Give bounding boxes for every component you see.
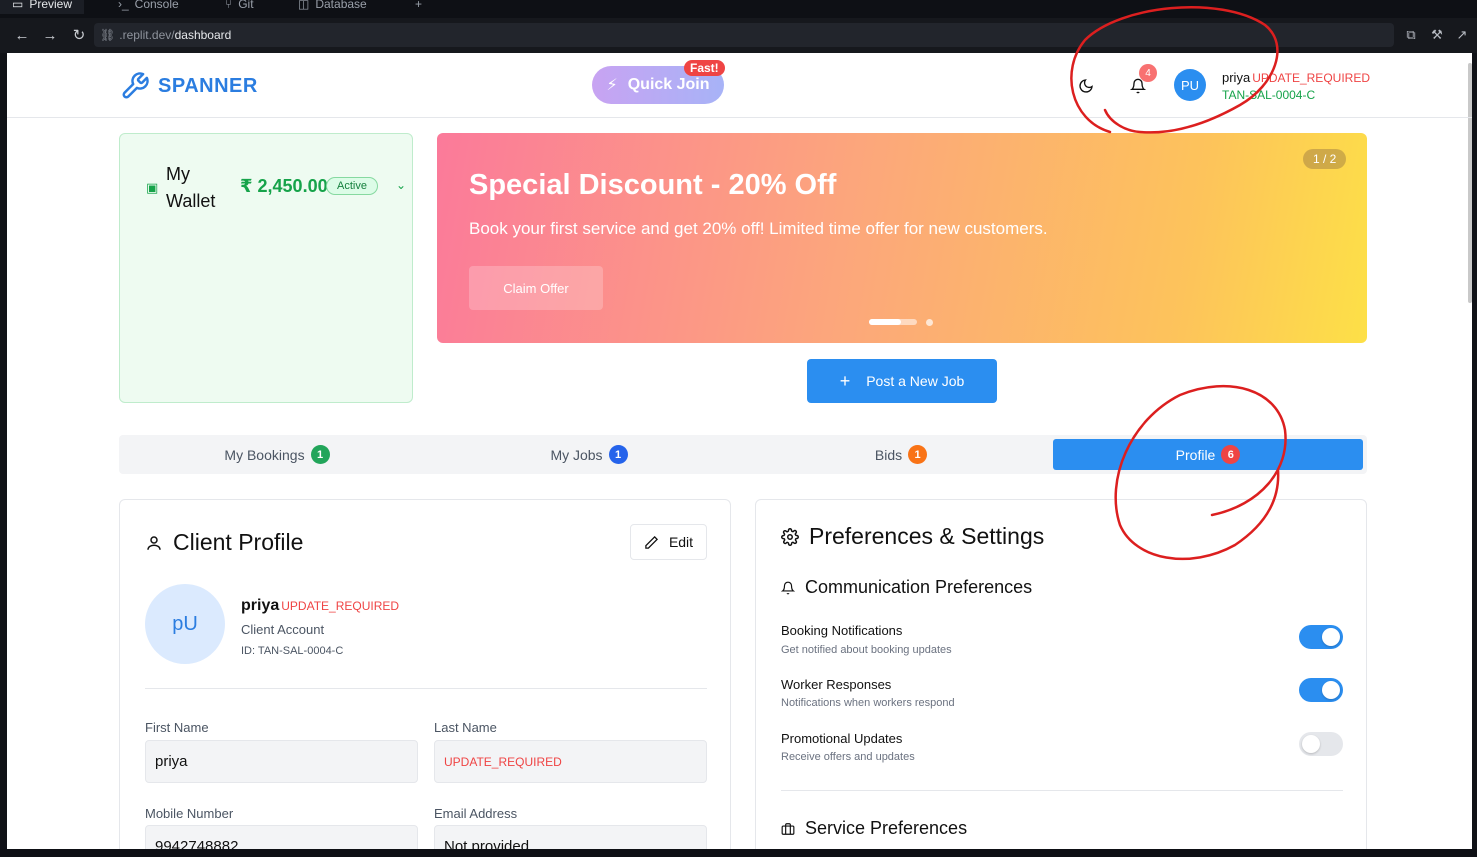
communication-title: Communication Preferences: [781, 577, 1032, 598]
promo-banner: Special Discount - 20% Off Book your fir…: [437, 133, 1367, 343]
tab-preview[interactable]: ▭ Preview: [0, 0, 85, 14]
link-icon: ⛓: [100, 28, 116, 42]
chevron-down-icon[interactable]: ⌄: [396, 178, 406, 192]
back-icon[interactable]: ←: [13, 26, 31, 44]
ide-tab-bar: ▭ Preview ›_ Console ⑂ Git ◫ Database +: [0, 0, 1477, 18]
brand-logo[interactable]: SPANNER: [120, 71, 258, 101]
jobs-count-badge: 1: [608, 445, 628, 464]
profile-avatar: pU: [145, 584, 225, 664]
moon-icon: [1079, 79, 1093, 93]
wallet-title: My Wallet: [166, 164, 216, 211]
bids-count-badge: 1: [908, 445, 928, 464]
banner-title: Special Discount - 20% Off: [469, 169, 837, 201]
git-icon: ⑂: [225, 0, 233, 11]
profile-title: Client Profile: [145, 529, 303, 556]
wallet-status-badge: Active: [326, 177, 378, 195]
lightning-icon: ⚡: [606, 77, 618, 94]
pref-worker-desc: Notifications when workers respond: [781, 697, 955, 709]
tab-my-bookings[interactable]: My Bookings 1: [123, 439, 431, 470]
carousel-dot-active[interactable]: [869, 319, 917, 325]
mobile-label: Mobile Number: [145, 806, 234, 821]
pref-booking-label: Booking Notifications: [781, 623, 903, 638]
bottom-edge: [0, 849, 1477, 857]
dark-mode-toggle[interactable]: [1075, 75, 1097, 97]
wrench-logo-icon: [122, 72, 149, 99]
tab-bids[interactable]: Bids 1: [747, 439, 1055, 470]
url-input[interactable]: ⛓ .replit.dev/dashboard: [94, 23, 1394, 47]
booking-notifications-toggle[interactable]: [1299, 625, 1343, 649]
tab-my-jobs[interactable]: My Jobs 1: [435, 439, 743, 470]
user-name: priya UPDATE_REQUIRED: [1222, 70, 1370, 85]
wrench-icon[interactable]: ⚒: [1429, 27, 1445, 43]
user-id: TAN-SAL-0004-C: [1222, 88, 1316, 102]
tab-console[interactable]: ›_ Console: [118, 0, 179, 14]
last-name-field[interactable]: UPDATE_REQUIRED: [434, 740, 707, 783]
bell-icon: [781, 581, 795, 594]
last-name-label: Last Name: [434, 720, 497, 735]
carousel-dot[interactable]: [926, 319, 933, 326]
email-field[interactable]: Not provided: [434, 825, 707, 849]
claim-offer-button[interactable]: Claim Offer: [469, 266, 603, 310]
new-tab-button[interactable]: +: [415, 0, 422, 14]
gear-icon: [781, 527, 799, 546]
tab-git[interactable]: ⑂ Git: [225, 0, 254, 14]
profile-count-badge: 6: [1221, 445, 1241, 464]
preferences-card: Preferences & Settings Communication Pre…: [755, 499, 1367, 849]
promotional-updates-toggle[interactable]: [1299, 732, 1343, 756]
briefcase-icon: [781, 822, 795, 835]
wallet-card[interactable]: ▣ My Wallet ₹ 2,450.00 Active ⌄: [119, 133, 413, 403]
service-preferences-title: Service Preferences: [781, 818, 967, 839]
profile-name: priya UPDATE_REQUIRED: [241, 597, 400, 614]
pref-promo-label: Promotional Updates: [781, 731, 903, 746]
user-icon: [147, 535, 161, 550]
slide-counter: 1 / 2: [1303, 149, 1347, 169]
notification-count-badge: 4: [1139, 64, 1157, 82]
pref-promo-desc: Receive offers and updates: [781, 751, 915, 763]
preferences-title: Preferences & Settings: [781, 523, 1044, 550]
forward-icon[interactable]: →: [41, 26, 59, 44]
app-page: SPANNER ⚡ Quick Join Fast! 4 PU priya UPD…: [7, 53, 1472, 849]
edit-profile-button[interactable]: Edit: [630, 524, 707, 560]
client-profile-card: Client Profile Edit pU priya UPDATE_REQUI…: [119, 499, 731, 849]
plus-icon: +: [839, 370, 851, 391]
bookings-count-badge: 1: [310, 445, 330, 464]
database-icon: ◫: [298, 0, 310, 11]
post-new-job-button[interactable]: + Post a New Job: [807, 359, 997, 403]
avatar[interactable]: PU: [1174, 69, 1206, 101]
tab-database[interactable]: ◫ Database: [298, 0, 367, 14]
devices-icon[interactable]: ⧉: [1403, 27, 1419, 43]
divider: [781, 790, 1343, 791]
worker-responses-toggle[interactable]: [1299, 678, 1343, 702]
first-name-label: First Name: [145, 720, 209, 735]
banner-subtitle: Book your first service and get 20% off!…: [469, 219, 1048, 238]
first-name-field[interactable]: priya: [145, 740, 418, 783]
reload-icon[interactable]: ↻: [70, 26, 88, 44]
external-link-icon[interactable]: ↗: [1454, 27, 1470, 43]
dashboard-tabs: My Bookings 1 My Jobs 1 Bids 1 Profile 6: [119, 435, 1367, 474]
pref-worker-label: Worker Responses: [781, 677, 892, 692]
tab-profile[interactable]: Profile 6: [1053, 439, 1363, 470]
pencil-icon: [645, 535, 658, 549]
fast-badge: Fast!: [684, 60, 725, 76]
app-header: SPANNER ⚡ Quick Join Fast! 4 PU priya UPD…: [7, 53, 1472, 118]
divider: [145, 688, 707, 689]
wallet-icon: ▣: [146, 180, 159, 195]
wallet-balance: ₹ 2,450.00: [240, 176, 328, 196]
profile-role: Client Account: [241, 622, 325, 637]
email-label: Email Address: [434, 806, 518, 821]
pref-booking-desc: Get notified about booking updates: [781, 644, 952, 656]
mobile-field[interactable]: 9942748882: [145, 825, 418, 849]
profile-id: ID: TAN-SAL-0004-C: [241, 645, 344, 657]
monitor-icon: ▭: [12, 0, 24, 11]
terminal-icon: ›_: [118, 0, 129, 11]
